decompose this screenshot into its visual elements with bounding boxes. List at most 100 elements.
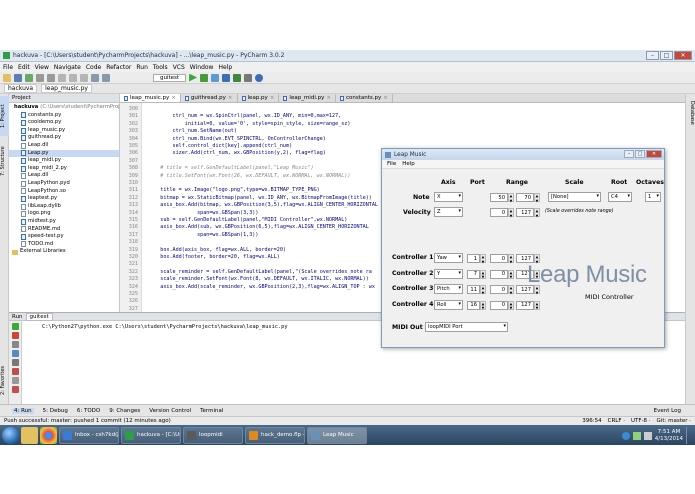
menu-item-window[interactable]: Window bbox=[190, 64, 214, 71]
velocity-range-max[interactable]: 127 bbox=[516, 208, 534, 217]
coverage-icon[interactable] bbox=[211, 73, 220, 82]
menu-item-code[interactable]: Code bbox=[86, 64, 101, 71]
note-range-max[interactable]: 70 bbox=[516, 193, 534, 202]
status-indicator[interactable]: Git: master ‧ bbox=[657, 418, 691, 424]
help-icon[interactable] bbox=[255, 73, 264, 82]
breadcrumb-file[interactable]: leap_music.py bbox=[41, 84, 92, 93]
root-select[interactable]: C4 ▾ bbox=[608, 192, 632, 202]
bottom-tab[interactable]: 4: Run bbox=[12, 407, 34, 414]
tree-item[interactable]: External Libraries bbox=[9, 248, 119, 256]
controller-port-spin[interactable]: ▲ ▼ bbox=[480, 269, 486, 279]
settings-icon[interactable] bbox=[244, 73, 253, 82]
print-icon[interactable] bbox=[12, 359, 19, 366]
sync-icon[interactable] bbox=[25, 73, 33, 82]
tray-ie-icon[interactable] bbox=[621, 431, 630, 440]
favorites-tool-tab[interactable]: 2: Favorites bbox=[0, 359, 9, 401]
editor-tab[interactable]: leap_midi.py × bbox=[279, 94, 336, 102]
controller-range-min-spin[interactable]: ▲ ▼ bbox=[508, 254, 514, 264]
controller-port-spin[interactable]: ▲ ▼ bbox=[480, 285, 486, 295]
bottom-tab[interactable]: Terminal bbox=[200, 408, 223, 414]
find-icon[interactable] bbox=[91, 73, 99, 82]
editor-tab[interactable]: constants.py × bbox=[336, 94, 393, 102]
tree-item[interactable]: libLeap.dylib bbox=[9, 203, 119, 211]
editor-tab[interactable]: leap_music.py × bbox=[120, 94, 181, 102]
tree-item[interactable]: leap_midi_2.py bbox=[9, 165, 119, 173]
leap-minimize-button[interactable]: – bbox=[624, 150, 634, 158]
controller-range-min-spin[interactable]: ▲ ▼ bbox=[508, 285, 514, 295]
tree-item[interactable]: speed-test.py bbox=[9, 233, 119, 241]
octaves-select[interactable]: 1 ▾ bbox=[645, 192, 661, 202]
status-indicator[interactable]: CRLF ‧ bbox=[608, 418, 625, 424]
save-icon[interactable] bbox=[14, 73, 22, 82]
redo-icon[interactable] bbox=[47, 73, 55, 82]
vcs-update-icon[interactable] bbox=[222, 73, 231, 82]
menu-item-refactor[interactable]: Refactor bbox=[106, 64, 131, 71]
menu-item-vcs[interactable]: VCS bbox=[173, 64, 185, 71]
start-button[interactable] bbox=[2, 426, 19, 444]
paste-icon[interactable] bbox=[80, 73, 88, 82]
minimize-button[interactable]: – bbox=[646, 51, 659, 60]
velocity-range-max-spin[interactable]: ▲ ▼ bbox=[534, 208, 540, 218]
run-config-tab[interactable]: guitest bbox=[25, 312, 53, 321]
menu-item-view[interactable]: View bbox=[35, 64, 49, 71]
leap-close-button[interactable]: ✕ bbox=[646, 150, 662, 158]
bottom-tab[interactable]: 6: TODO bbox=[77, 408, 100, 414]
tab-close-icon[interactable]: × bbox=[270, 95, 275, 101]
note-range-min-spin[interactable]: ▲ ▼ bbox=[508, 193, 514, 203]
bottom-tab[interactable]: Version Control bbox=[149, 408, 191, 414]
tree-item[interactable]: leaptest.py bbox=[9, 195, 119, 203]
copy-icon[interactable] bbox=[69, 73, 77, 82]
tree-item[interactable]: Leap.dll bbox=[9, 172, 119, 180]
event-log-tab[interactable]: Event Log bbox=[654, 408, 681, 414]
tree-item[interactable]: hackuva (C:\Users\student\PycharmProjects… bbox=[9, 104, 156, 112]
controller-range-max[interactable]: 127 bbox=[516, 300, 534, 310]
menu-item-tools[interactable]: Tools bbox=[153, 64, 168, 71]
controller-port-spin[interactable]: ▲ ▼ bbox=[480, 300, 486, 310]
controller-axis-select[interactable]: Yaw ▾ bbox=[434, 253, 463, 263]
database-tool-tab[interactable]: Database bbox=[686, 98, 695, 128]
replace-icon[interactable] bbox=[102, 73, 110, 82]
run-config-select[interactable]: guitest bbox=[153, 73, 187, 82]
note-range-max-spin[interactable]: ▲ ▼ bbox=[534, 193, 540, 203]
show-desktop-button[interactable] bbox=[686, 427, 691, 444]
project-tool-tab[interactable]: 1: Project bbox=[0, 96, 9, 136]
tree-item[interactable]: LeapPython.pyd bbox=[9, 180, 119, 188]
leap-menu-file[interactable]: File bbox=[387, 161, 396, 167]
note-axis-select[interactable]: X ▾ bbox=[434, 192, 463, 202]
menu-item-file[interactable]: File bbox=[3, 64, 13, 71]
tree-item[interactable]: cooldemo.py bbox=[9, 119, 119, 127]
tree-item[interactable]: constants.py bbox=[9, 112, 119, 120]
controller-range-min-spin[interactable]: ▲ ▼ bbox=[508, 300, 514, 310]
tree-item[interactable]: logo.png bbox=[9, 210, 119, 218]
stop-icon[interactable] bbox=[12, 332, 19, 339]
taskbar-clock[interactable]: 7:51 AM 4/13/2014 bbox=[655, 429, 683, 443]
controller-range-max-spin[interactable]: ▲ ▼ bbox=[534, 300, 540, 310]
tray-network-icon[interactable] bbox=[632, 431, 641, 440]
tab-close-icon[interactable]: × bbox=[228, 95, 233, 101]
tray-volume-icon[interactable] bbox=[643, 431, 652, 440]
close-button[interactable]: ✕ bbox=[674, 51, 692, 60]
controller-port[interactable]: 7 bbox=[467, 269, 480, 279]
tree-item[interactable]: Leap.dll bbox=[9, 142, 119, 150]
velocity-range-min-spin[interactable]: ▲ ▼ bbox=[508, 208, 514, 218]
maximize-button[interactable]: □ bbox=[660, 51, 673, 60]
velocity-range-min[interactable]: 0 bbox=[490, 208, 508, 217]
controller-port-spin[interactable]: ▲ ▼ bbox=[480, 254, 486, 264]
editor-tab[interactable]: leap.py × bbox=[238, 94, 280, 102]
tree-item[interactable]: README.md bbox=[9, 226, 119, 234]
breadcrumb-project[interactable]: hackuva bbox=[4, 84, 38, 93]
controller-range-min[interactable]: 0 bbox=[490, 254, 508, 263]
tree-item[interactable]: LeapPython.so bbox=[9, 188, 119, 196]
menu-item-help[interactable]: Help bbox=[218, 64, 232, 71]
tree-item[interactable]: Leap.py bbox=[9, 149, 119, 158]
taskbar-button[interactable]: loopmidi bbox=[183, 426, 243, 444]
taskbar-button[interactable]: hack_demo.flp - F... bbox=[245, 426, 305, 444]
leap-maximize-button[interactable]: □ bbox=[635, 150, 645, 158]
bottom-tab[interactable]: 9: Changes bbox=[109, 408, 140, 414]
controller-axis-select[interactable]: Pitch ▾ bbox=[434, 284, 463, 294]
tab-close-icon[interactable]: × bbox=[383, 95, 388, 101]
rerun-icon[interactable] bbox=[12, 323, 19, 330]
taskbar-button[interactable]: Leap Music bbox=[307, 426, 367, 444]
controller-port[interactable]: 16 bbox=[467, 300, 480, 310]
controller-axis-select[interactable]: Roll ▾ bbox=[434, 299, 463, 310]
